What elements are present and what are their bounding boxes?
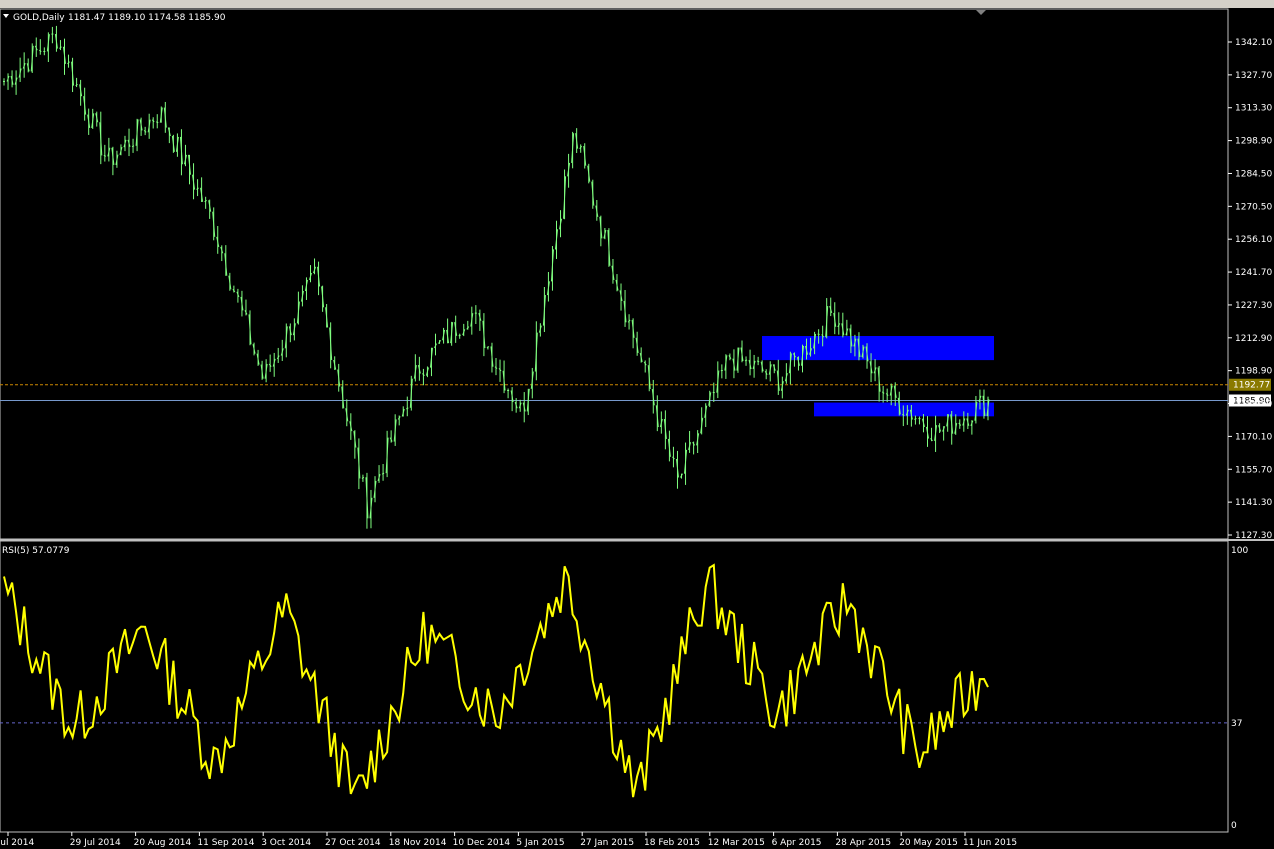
price-axis-label: 1227.30 <box>1235 301 1272 311</box>
rsi-layer <box>0 563 1228 798</box>
undefined[interactable] <box>767 264 1087 314</box>
price-candle-body <box>103 155 107 157</box>
price-candle-body <box>486 346 490 349</box>
rsi-line <box>3 563 989 798</box>
resistance-zone[interactable] <box>762 336 994 361</box>
price-axis-label: 1298.90 <box>1235 137 1272 147</box>
date-axis-label: 10 Dec 2014 <box>453 838 511 848</box>
candles-layer <box>3 25 990 529</box>
date-axis-label: 3 Oct 2014 <box>261 838 311 848</box>
price-axis-label: 1141.30 <box>1235 498 1272 508</box>
rsi-axis-label: 37 <box>1231 719 1242 729</box>
date-axis-label: 18 Feb 2015 <box>644 838 700 848</box>
price-candle-body <box>131 145 135 148</box>
price-panel-border <box>0 8 1229 540</box>
price-candle-body <box>151 119 155 123</box>
undefined[interactable] <box>887 598 1033 712</box>
price-axis-label: 1127.30 <box>1235 531 1272 541</box>
date-axis-label: 11 Sep 2014 <box>197 838 254 848</box>
undefined[interactable] <box>912 370 970 500</box>
undefined[interactable] <box>752 420 1027 481</box>
ohlc-values: 1181.47 1189.10 1174.58 1185.90 <box>68 13 226 23</box>
price-axis-label: 1198.90 <box>1235 367 1272 377</box>
price-candle-body <box>914 418 917 420</box>
symbol-title: GOLD,Daily <box>13 13 65 23</box>
date-axis-label: 6 Apr 2015 <box>772 838 822 848</box>
undefined[interactable] <box>705 665 987 812</box>
price-candle-body <box>204 199 207 203</box>
price-axis-label: 1342.10 <box>1235 38 1272 48</box>
date-axis-label: 18 Nov 2014 <box>389 838 447 848</box>
price-axis-label: 1212.90 <box>1235 334 1272 344</box>
rsi-axis-label: 0 <box>1231 821 1237 831</box>
price-axis-label: 1170.10 <box>1235 432 1272 442</box>
price-candle-body <box>196 187 199 190</box>
price-candle-body <box>143 130 147 133</box>
price-candle-body <box>494 366 498 369</box>
price-candle-body <box>361 476 365 479</box>
date-axis-label: 7 Jul 2014 <box>0 838 34 848</box>
chart-canvas[interactable]: 1192.771185.90 1342.10 1327.70 1313.30 1298… <box>0 0 1274 849</box>
price-candle-body <box>75 83 78 87</box>
support-zone[interactable] <box>814 402 994 417</box>
dropdown-triangle-icon[interactable] <box>3 14 9 18</box>
chart-shift-marker-icon[interactable] <box>976 10 986 15</box>
price-candle-body <box>756 360 760 363</box>
undefined[interactable] <box>703 643 993 815</box>
date-axis-label: 5 Jan 2015 <box>516 838 564 848</box>
price-candle-body <box>881 391 885 394</box>
date-axis-label: 11 Jun 2015 <box>963 838 1017 848</box>
date-axis-label: 27 Jan 2015 <box>580 838 634 848</box>
zones-layer <box>762 336 994 417</box>
date-axis-label: 29 Jul 2014 <box>70 838 121 848</box>
ask-price-label: 1192.77 <box>1233 381 1270 391</box>
rsi-title: RSI(5) 57.0779 <box>2 546 70 556</box>
price-candle-body <box>381 472 385 475</box>
price-axis-label: 1327.70 <box>1235 71 1272 81</box>
price-axis-label: 1241.70 <box>1235 268 1272 278</box>
price-lines-layer: 1192.771185.90 <box>0 378 1271 407</box>
rsi-axis-label: 100 <box>1231 546 1248 556</box>
date-axis-label: 12 Mar 2015 <box>708 838 765 848</box>
price-axis-label: 1184.50 <box>1235 400 1272 410</box>
price-axis-label: 1270.50 <box>1235 202 1272 212</box>
date-axis-label: 27 Oct 2014 <box>325 838 381 848</box>
date-axis-label: 20 May 2015 <box>899 838 958 848</box>
price-axis-label: 1284.50 <box>1235 169 1272 179</box>
price-candle-body <box>39 49 42 52</box>
price-axis-label: 1155.70 <box>1235 465 1272 475</box>
price-candle-body <box>458 334 461 337</box>
date-axis-label: 28 Apr 2015 <box>835 838 891 848</box>
price-candle-body <box>59 46 62 49</box>
price-axis-label: 1313.30 <box>1235 104 1272 114</box>
price-axis-label: 1256.10 <box>1235 235 1272 245</box>
axes-layer: 1342.10 1327.70 1313.30 1298.90 1284.50 1270.… <box>0 38 1272 848</box>
date-axis-label: 20 Aug 2014 <box>134 838 192 848</box>
price-candle-body <box>406 407 409 410</box>
price-candle-body <box>744 359 748 362</box>
price-candle-body <box>156 121 159 124</box>
rsi-panel-border <box>0 540 1229 833</box>
